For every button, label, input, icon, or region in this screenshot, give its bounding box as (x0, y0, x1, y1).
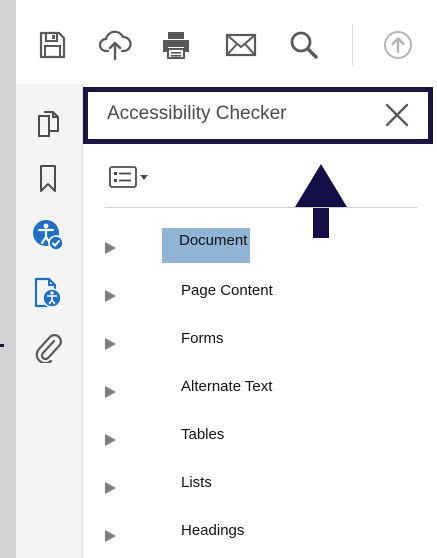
print-icon (163, 32, 189, 59)
expand-triangle-icon[interactable] (105, 482, 116, 494)
share-button[interactable] (378, 25, 418, 65)
accessibility-tags-icon (34, 277, 62, 308)
email-button[interactable] (221, 25, 261, 65)
expand-triangle-icon[interactable] (105, 530, 116, 542)
expand-triangle-icon[interactable] (105, 338, 116, 350)
tree-item-headings[interactable]: Headings (83, 512, 437, 552)
bookmark-icon (40, 165, 56, 192)
tree-item-label: Tables (181, 426, 225, 443)
panel-divider (105, 207, 417, 208)
accessibility-checker-icon (33, 220, 64, 251)
save-button[interactable] (32, 25, 72, 65)
save-icon (39, 31, 66, 59)
tree-item-lists[interactable]: Lists (83, 464, 437, 504)
close-panel-button[interactable] (380, 98, 414, 132)
pages-icon (38, 111, 59, 137)
tree-item-label: Page Content (181, 282, 273, 299)
expand-triangle-icon[interactable] (105, 290, 116, 302)
tree-item-forms[interactable]: Forms (83, 320, 437, 360)
tree-item-label: Lists (181, 474, 212, 491)
expand-triangle-icon[interactable] (105, 242, 116, 254)
tree-item-label: Alternate Text (181, 378, 273, 395)
email-icon (225, 33, 257, 57)
expand-triangle-icon[interactable] (105, 386, 116, 398)
page-thumbnails-button[interactable] (28, 104, 68, 144)
expand-triangle-icon[interactable] (105, 434, 116, 446)
tree-item-label: Forms (181, 330, 224, 347)
tree-item-document[interactable]: Document (83, 224, 437, 264)
tree-item-page-content[interactable]: Page Content (83, 272, 437, 312)
options-menu-button[interactable] (109, 164, 157, 190)
top-toolbar (16, 0, 437, 85)
panel-header: Accessibility Checker (83, 87, 433, 144)
accessibility-checker-panel: Accessibility Checker Document Page Cont… (83, 84, 437, 558)
left-navigation-rail (16, 84, 83, 558)
upload-to-cloud-button[interactable] (95, 25, 135, 65)
bookmarks-button[interactable] (28, 159, 68, 199)
close-icon (385, 103, 409, 127)
edge-mark (0, 344, 4, 347)
tree-item-tables[interactable]: Tables (83, 416, 437, 456)
cloud-upload-icon (98, 30, 132, 61)
print-button[interactable] (156, 25, 196, 65)
panel-title: Accessibility Checker (107, 103, 287, 124)
share-icon (384, 31, 412, 59)
attachments-button[interactable] (28, 327, 68, 367)
app-window: Accessibility Checker Document Page Cont… (16, 0, 437, 558)
list-options-icon (109, 166, 148, 188)
search-icon (290, 31, 318, 59)
tree-item-alternate-text[interactable]: Alternate Text (83, 368, 437, 408)
attachment-icon (35, 334, 62, 363)
accessibility-tags-button[interactable] (28, 273, 68, 313)
tree-item-label: Headings (181, 522, 245, 539)
accessibility-checker-rail-button[interactable] (28, 215, 68, 255)
toolbar-separator (352, 24, 353, 66)
tree-item-label: Document (162, 228, 251, 263)
search-button[interactable] (284, 25, 324, 65)
